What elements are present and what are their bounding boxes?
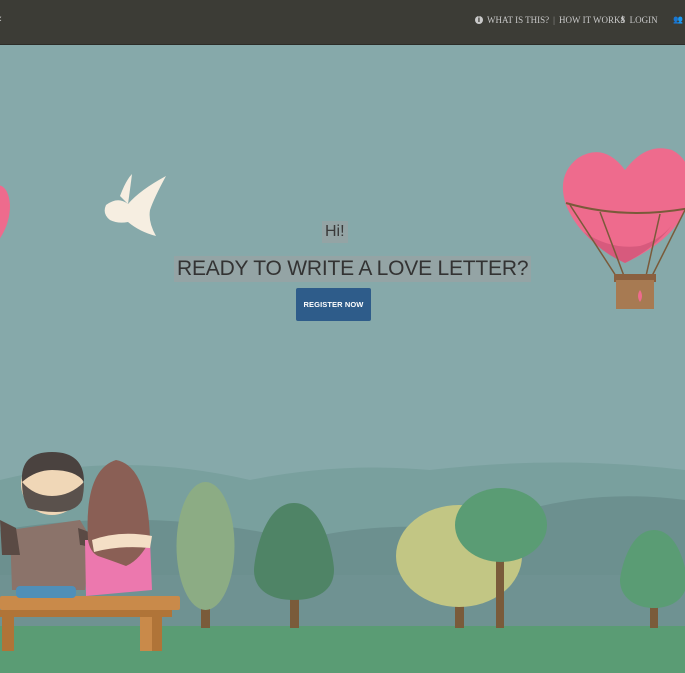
chevron-left-icon[interactable]: ‹ — [0, 13, 2, 25]
nav-info-group: i WHAT IS THIS? | HOW IT WORKS — [475, 15, 626, 25]
background-illustration — [0, 148, 685, 673]
hero-greeting: Hi! — [322, 221, 348, 243]
nav-login-group[interactable]: ⚷ LOGIN — [619, 15, 658, 25]
key-icon: ⚷ — [619, 15, 626, 25]
nav-how-it-works-link[interactable]: HOW IT WORKS — [559, 15, 626, 25]
grass — [0, 626, 685, 673]
hero-headline: READY TO WRITE A LOVE LETTER? — [174, 256, 532, 282]
nav-what-is-this-link[interactable]: WHAT IS THIS? — [487, 15, 549, 25]
top-navbar: ‹ i WHAT IS THIS? | HOW IT WORKS ⚷ LOGIN… — [0, 0, 685, 45]
dove-icon — [104, 174, 166, 236]
users-icon[interactable]: 👥 — [673, 15, 683, 24]
nav-login-link[interactable]: LOGIN — [630, 15, 658, 25]
register-now-button[interactable]: REGISTER NOW — [296, 288, 371, 321]
heart-balloon — [563, 148, 685, 309]
nav-separator: | — [553, 15, 555, 25]
info-icon: i — [475, 16, 483, 24]
nav-users-group[interactable]: 👥 — [673, 15, 683, 24]
balloon-left-partial — [0, 185, 10, 239]
